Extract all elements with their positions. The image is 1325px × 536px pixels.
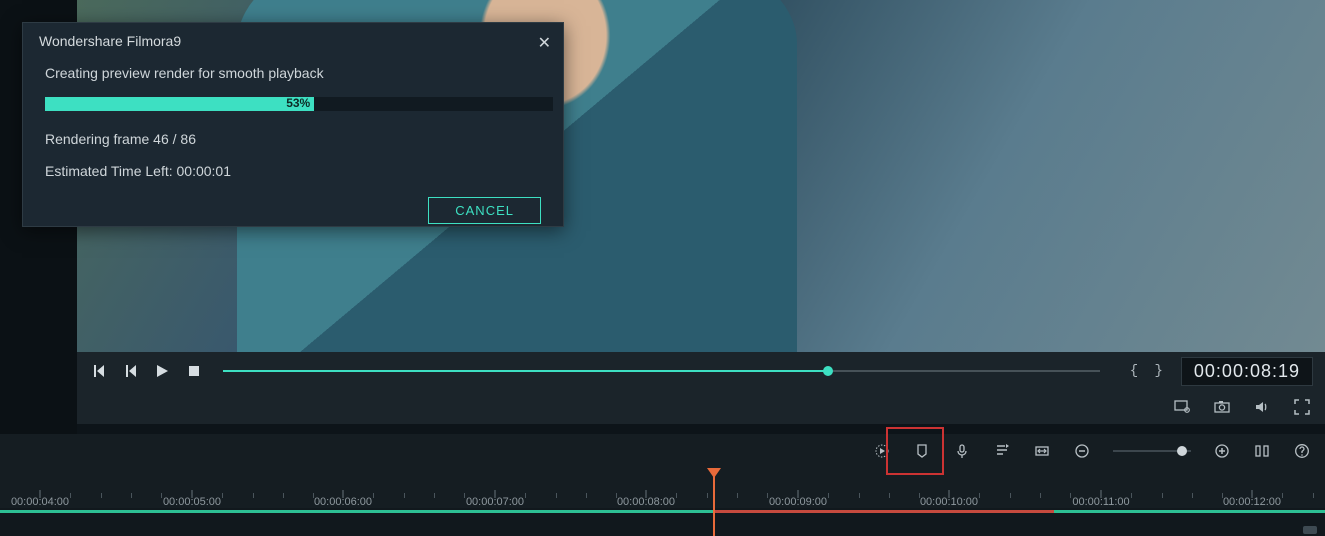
render-preview-button[interactable] — [873, 442, 891, 460]
ruler-tick: 00:00:05:00 — [163, 496, 221, 508]
display-settings-icon[interactable] — [1173, 398, 1191, 416]
marker-braces[interactable]: { } — [1130, 363, 1167, 379]
ruler-tick: 00:00:11:00 — [1072, 496, 1129, 508]
timeline-ruler[interactable]: 00:00:04:00 00:00:05:00 00:00:06:00 00:00:0… — [0, 468, 1325, 508]
render-segment — [0, 510, 714, 513]
next-frame-button[interactable] — [121, 362, 139, 380]
eta-label: Estimated Time Left: 00:00:01 — [45, 163, 541, 179]
zoom-slider-thumb[interactable] — [1177, 446, 1187, 456]
dialog-title: Wondershare Filmora9 — [23, 23, 563, 57]
audio-mixer-icon[interactable] — [993, 442, 1011, 460]
snapshot-icon[interactable] — [1213, 398, 1231, 416]
frame-status: Rendering frame 46 / 86 — [45, 131, 541, 147]
zoom-to-fit-icon[interactable] — [1253, 442, 1271, 460]
marker-icon[interactable] — [913, 442, 931, 460]
ruler-tick: 00:00:08:00 — [617, 496, 675, 508]
ruler-tick: 00:00:09:00 — [769, 496, 827, 508]
timecode-display: 00:00:08:19 — [1181, 357, 1313, 386]
prev-frame-button[interactable] — [89, 362, 107, 380]
ruler-tick: 00:00:12:00 — [1223, 496, 1281, 508]
help-icon[interactable] — [1293, 442, 1311, 460]
ruler-tick: 00:00:07:00 — [466, 496, 524, 508]
render-progress-dialog: Wondershare Filmora9 ✕ Creating preview … — [22, 22, 564, 227]
horizontal-scroll-thumb[interactable] — [1303, 526, 1317, 534]
ripple-edit-icon[interactable] — [1033, 442, 1051, 460]
render-segment — [1054, 510, 1325, 513]
stop-button[interactable] — [185, 362, 203, 380]
playback-progress-thumb[interactable] — [823, 366, 833, 376]
fullscreen-icon[interactable] — [1293, 398, 1311, 416]
ruler-tick: 00:00:10:00 — [920, 496, 978, 508]
close-icon[interactable]: ✕ — [538, 33, 551, 53]
render-progress-bar: 53% — [45, 97, 553, 111]
preview-utility-bar — [77, 390, 1325, 424]
cancel-button[interactable]: CANCEL — [428, 197, 541, 224]
ruler-tick: 00:00:06:00 — [314, 496, 372, 508]
ruler-tick: 00:00:04:00 — [11, 496, 69, 508]
playback-bar: { } 00:00:08:19 — [77, 352, 1325, 390]
zoom-out-icon[interactable] — [1073, 442, 1091, 460]
timeline-toolbar — [0, 434, 1325, 468]
voiceover-icon[interactable] — [953, 442, 971, 460]
playback-progress-fill — [223, 370, 828, 372]
playback-progress[interactable] — [223, 370, 1100, 372]
timeline-tracks[interactable] — [0, 508, 1325, 536]
dialog-message: Creating preview render for smooth playb… — [45, 65, 541, 81]
zoom-slider[interactable] — [1113, 450, 1191, 452]
render-progress-label: 53% — [286, 96, 310, 110]
render-segment — [714, 510, 1054, 513]
zoom-in-icon[interactable] — [1213, 442, 1231, 460]
play-button[interactable] — [153, 362, 171, 380]
volume-icon[interactable] — [1253, 398, 1271, 416]
